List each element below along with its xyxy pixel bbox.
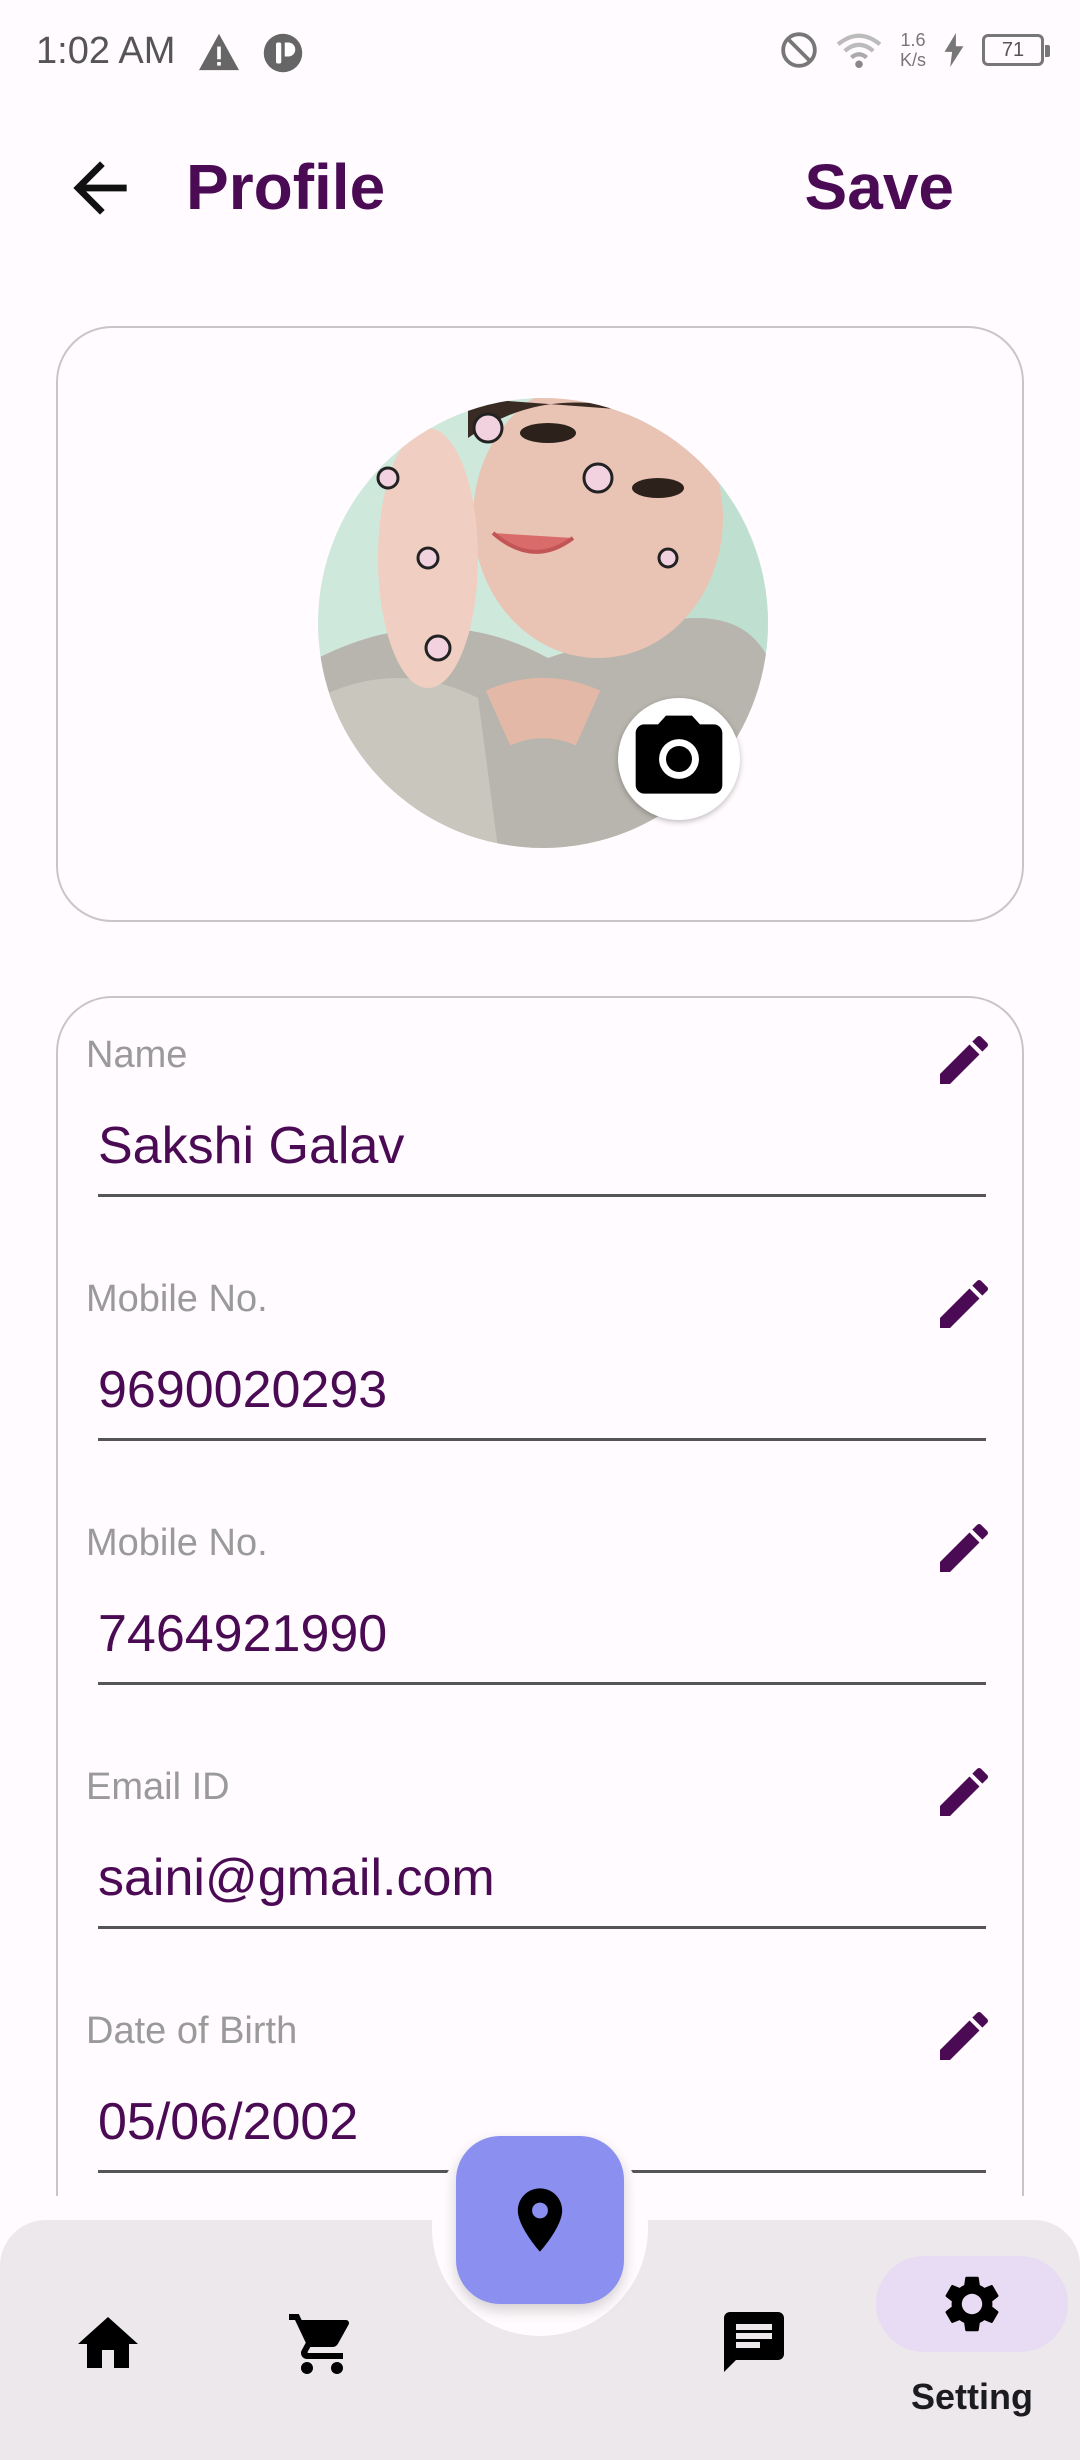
top-app-bar: Profile Save [0, 130, 1080, 240]
edit-name-button[interactable] [932, 1028, 996, 1092]
battery-icon: 71 [982, 34, 1050, 66]
edit-icon [940, 1767, 989, 1816]
mobile-field-1: Mobile No. 9690020293 [58, 1242, 1022, 1486]
edit-dob-button[interactable] [932, 2004, 996, 2068]
field-underline [98, 1926, 986, 1929]
wifi-icon [836, 33, 882, 69]
camera-icon [635, 715, 723, 794]
profile-screen: 1:02 AM 1.6 K/s 71 Profile Save Name Sak… [0, 0, 1080, 2460]
status-left-icons [196, 32, 304, 74]
field-label: Email ID [86, 1766, 230, 1808]
warning-icon [199, 33, 239, 71]
arrow-back-icon [73, 161, 127, 215]
edit-icon [940, 1279, 989, 1328]
email-value[interactable]: saini@gmail.com [98, 1848, 495, 1908]
mobile-2-value[interactable]: 7464921990 [98, 1604, 387, 1664]
save-button[interactable]: Save [805, 150, 954, 224]
charging-icon [944, 33, 964, 67]
status-bar: 1:02 AM 1.6 K/s 71 [0, 0, 1080, 110]
dob-value[interactable]: 05/06/2002 [98, 2092, 358, 2152]
edit-mobile-1-button[interactable] [932, 1272, 996, 1336]
nav-chat[interactable] [706, 2294, 802, 2390]
status-right-icons: 1.6 K/s 71 [780, 30, 1050, 70]
net-speed-unit: K/s [899, 50, 926, 70]
gear-icon [945, 2276, 999, 2332]
do-not-disturb-icon [781, 32, 817, 68]
change-photo-button[interactable] [618, 698, 740, 820]
profile-form-card: Name Sakshi Galav Mobile No. 9690020293 … [56, 996, 1024, 2196]
email-field: Email ID saini@gmail.com [58, 1730, 1022, 1974]
page-title: Profile [186, 151, 386, 223]
field-underline [98, 1682, 986, 1685]
net-speed-value: 1.6 [900, 30, 926, 50]
edit-icon [940, 1035, 989, 1084]
nav-settings-label[interactable]: Setting [876, 2376, 1068, 2418]
field-label: Mobile No. [86, 1278, 268, 1320]
back-button[interactable] [60, 148, 140, 228]
cart-icon [289, 2314, 350, 2374]
edit-icon [940, 1523, 989, 1572]
field-underline [98, 1194, 986, 1197]
nav-home[interactable] [60, 2296, 156, 2392]
field-underline [98, 1438, 986, 1441]
nav-settings[interactable] [876, 2256, 1068, 2352]
chat-icon [724, 2312, 784, 2372]
nav-location-button[interactable] [456, 2136, 624, 2304]
location-pin-icon [517, 2188, 563, 2252]
name-field: Name Sakshi Galav [58, 998, 1022, 1242]
mobile-field-2: Mobile No. 7464921990 [58, 1486, 1022, 1730]
edit-mobile-2-button[interactable] [932, 1516, 996, 1580]
home-icon [78, 2317, 138, 2368]
edit-icon [940, 2011, 989, 2060]
net-speed: 1.6 K/s [900, 30, 926, 70]
status-time: 1:02 AM [36, 30, 176, 72]
battery-level: 71 [1001, 38, 1025, 61]
nav-cart[interactable] [274, 2296, 370, 2392]
name-value[interactable]: Sakshi Galav [98, 1116, 404, 1176]
field-label: Mobile No. [86, 1522, 268, 1564]
notification-app-icon [263, 33, 303, 73]
field-label: Date of Birth [86, 2010, 298, 2052]
field-label: Name [86, 1034, 188, 1076]
edit-email-button[interactable] [932, 1760, 996, 1824]
avatar-card [56, 326, 1024, 922]
mobile-1-value[interactable]: 9690020293 [98, 1360, 387, 1420]
